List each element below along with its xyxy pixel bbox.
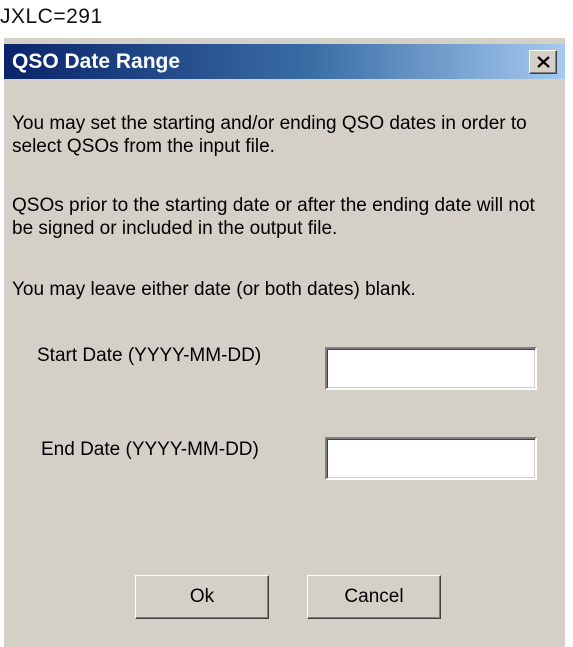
start-date-label: Start Date (YYYY-MM-DD) bbox=[37, 345, 262, 366]
cancel-button[interactable]: Cancel bbox=[307, 575, 441, 619]
close-x-icon bbox=[537, 56, 550, 68]
ok-button[interactable]: Ok bbox=[135, 575, 269, 619]
instruction-text-3: You may leave either date (or both dates… bbox=[12, 279, 416, 300]
title-bar[interactable]: QSO Date Range bbox=[4, 44, 565, 79]
dialog-title: QSO Date Range bbox=[12, 50, 181, 73]
start-date-input[interactable] bbox=[325, 347, 537, 390]
qso-date-range-dialog: QSO Date Range You may set the starting … bbox=[4, 38, 565, 647]
close-button[interactable] bbox=[529, 50, 557, 74]
background-window-text: JXLC=291 bbox=[0, 5, 103, 28]
instruction-text-1: You may set the starting and/or ending Q… bbox=[12, 113, 527, 157]
background-window-strip: JXLC=291 bbox=[0, 0, 573, 38]
end-date-label: End Date (YYYY-MM-DD) bbox=[41, 439, 259, 460]
instruction-text-2: QSOs prior to the starting date or after… bbox=[12, 195, 535, 239]
end-date-input[interactable] bbox=[325, 437, 537, 480]
